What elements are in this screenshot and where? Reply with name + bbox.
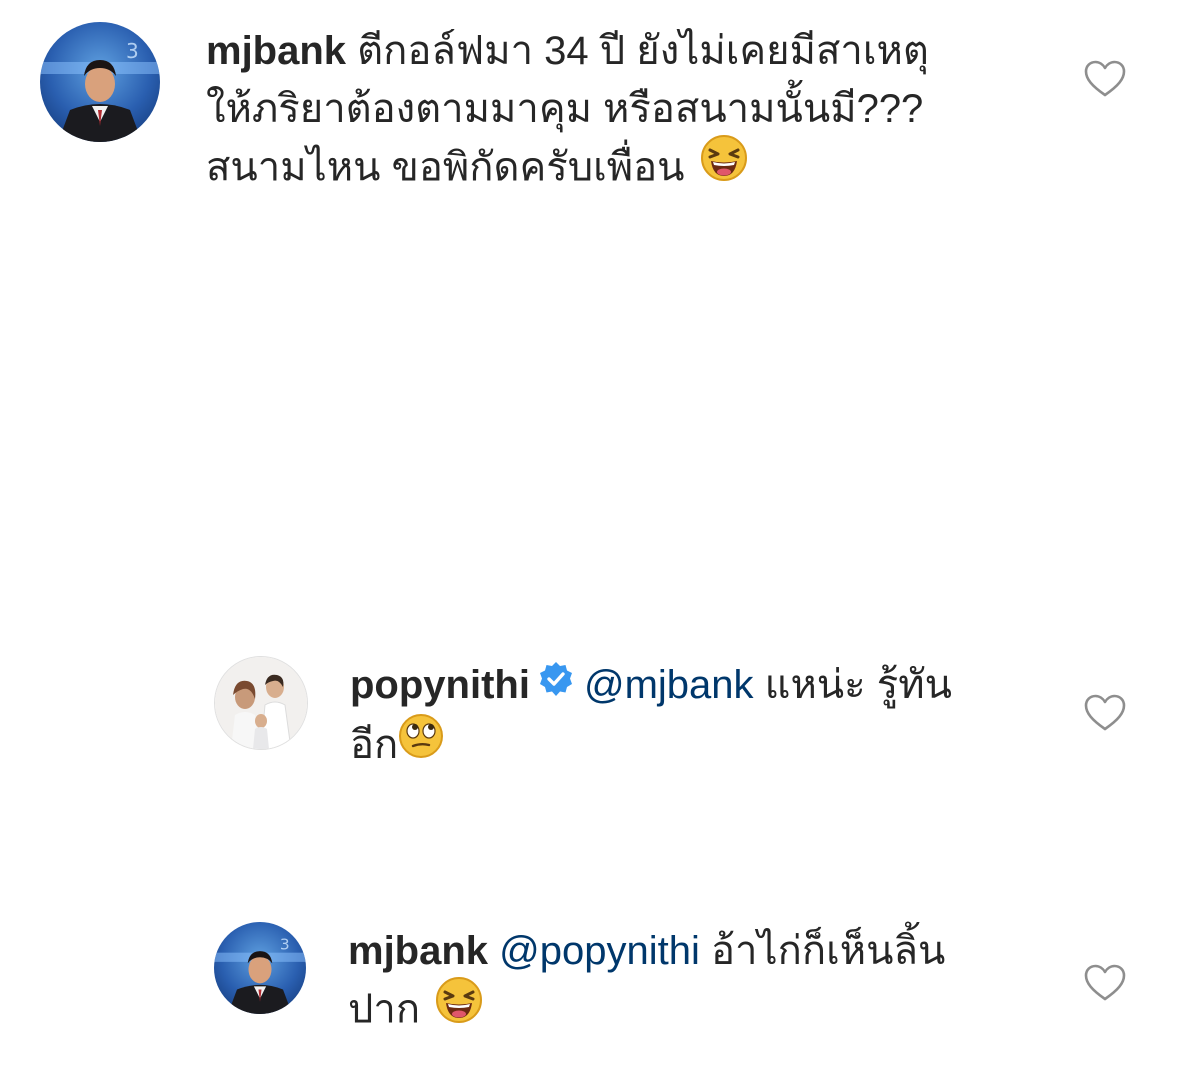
laughing-face-emoji-icon [435, 976, 483, 1040]
like-heart-button[interactable] [1084, 694, 1126, 737]
svg-text:3: 3 [280, 936, 290, 954]
comment-text-line: สนามไหน ขอพิกัดครับเพื่อน [206, 145, 685, 190]
heart-icon [1084, 964, 1126, 1001]
comment-item: popynithi @mjbank แหน่ะ รู้ทัน อีก [214, 656, 1154, 779]
mjbank-avatar-icon: 3 [40, 22, 160, 142]
comment-username[interactable]: popynithi [350, 663, 530, 707]
mjbank-avatar-icon: 3 [214, 922, 306, 1014]
popynithi-avatar-icon [215, 657, 307, 749]
rolling-eyes-face-emoji-icon [398, 713, 444, 775]
comment-item: 3 mjbank ตีกอล์ฟมา 34 ปี ยังไม่เคยมีสาเห… [40, 22, 1126, 202]
comment-text-line: ให้ภริยาต้องตามมาคุม หรือสนามนั้นมี??? [206, 87, 924, 131]
comment-text: popynithi @mjbank แหน่ะ รู้ทัน อีก [350, 656, 1070, 779]
laughing-face-emoji-icon [700, 134, 748, 198]
avatar[interactable]: 3 [214, 922, 306, 1014]
comment-text-line: ปาก [348, 987, 421, 1032]
verified-badge-icon [538, 655, 574, 713]
mention-link[interactable]: @popynithi [499, 929, 700, 973]
avatar[interactable]: 3 [40, 22, 160, 142]
svg-text:3: 3 [126, 39, 139, 63]
avatar[interactable] [214, 656, 308, 750]
comment-text-line: ตีกอล์ฟมา 34 ปี ยังไม่เคยมีสาเหตุ [357, 29, 929, 73]
comment-username[interactable]: mjbank [206, 29, 346, 73]
comment-text: mjbank ตีกอล์ฟมา 34 ปี ยังไม่เคยมีสาเหตุ… [206, 22, 1006, 202]
heart-icon [1084, 694, 1126, 731]
heart-icon [1084, 60, 1126, 97]
comment-username[interactable]: mjbank [348, 929, 488, 973]
comment-text-line: อ้าไก่ก็เห็นลิ้น [711, 929, 946, 973]
comment-text-line: แหน่ะ รู้ทัน [764, 663, 952, 707]
comment-text-line: อีก [350, 723, 399, 768]
like-heart-button[interactable] [1084, 964, 1126, 1007]
mention-link[interactable]: @mjbank [584, 663, 754, 707]
comment-item: 3 mjbank @popynithi อ้าไก่ก็เห็นลิ้น ปาก [214, 922, 1154, 1044]
like-heart-button[interactable] [1084, 60, 1126, 103]
comment-text: mjbank @popynithi อ้าไก่ก็เห็นลิ้น ปาก [348, 922, 1068, 1044]
